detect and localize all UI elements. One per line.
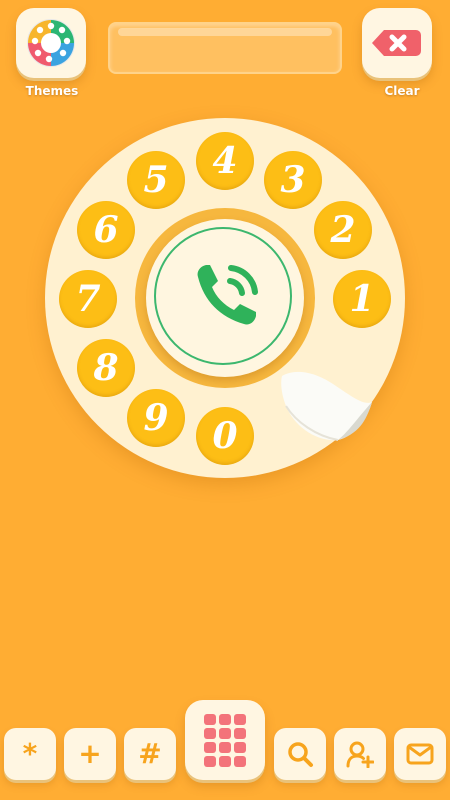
star-button[interactable]: * (4, 728, 56, 780)
dial-digit-9[interactable]: 9 (127, 389, 185, 447)
dial-digit-2[interactable]: 2 (314, 201, 372, 259)
themes-button[interactable] (16, 8, 86, 78)
add-contact-icon (346, 741, 374, 768)
finger-stop (281, 371, 372, 441)
dial-digit-3[interactable]: 3 (264, 151, 322, 209)
clear-label: Clear (384, 84, 420, 98)
call-button[interactable] (146, 219, 304, 377)
dial-digit-7[interactable]: 7 (59, 270, 117, 328)
hash-label: # (138, 737, 162, 770)
hash-button[interactable]: # (124, 728, 176, 780)
backspace-icon (372, 30, 421, 56)
envelope-icon (406, 743, 434, 765)
phone-call-icon (197, 265, 258, 325)
search-icon (288, 742, 313, 767)
dial-digit-6[interactable]: 6 (77, 201, 135, 259)
message-button[interactable] (394, 728, 446, 780)
add-contact-button[interactable] (334, 728, 386, 780)
number-display (108, 22, 342, 74)
rotary-dial-icon (27, 19, 75, 67)
dial-digit-0[interactable]: 0 (196, 407, 254, 465)
dial-digit-1[interactable]: 1 (333, 270, 391, 328)
plus-label: + (78, 737, 102, 770)
dial-digit-4[interactable]: 4 (196, 132, 254, 190)
display-shine (118, 28, 332, 36)
themes-label: Themes (25, 84, 79, 98)
clear-button[interactable] (362, 8, 432, 78)
keypad-grid-icon (204, 714, 246, 767)
keypad-button[interactable] (185, 700, 265, 780)
search-button[interactable] (274, 728, 326, 780)
star-label: * (22, 737, 38, 770)
plus-button[interactable]: + (64, 728, 116, 780)
dial-digit-5[interactable]: 5 (127, 151, 185, 209)
dial-digit-8[interactable]: 8 (77, 339, 135, 397)
